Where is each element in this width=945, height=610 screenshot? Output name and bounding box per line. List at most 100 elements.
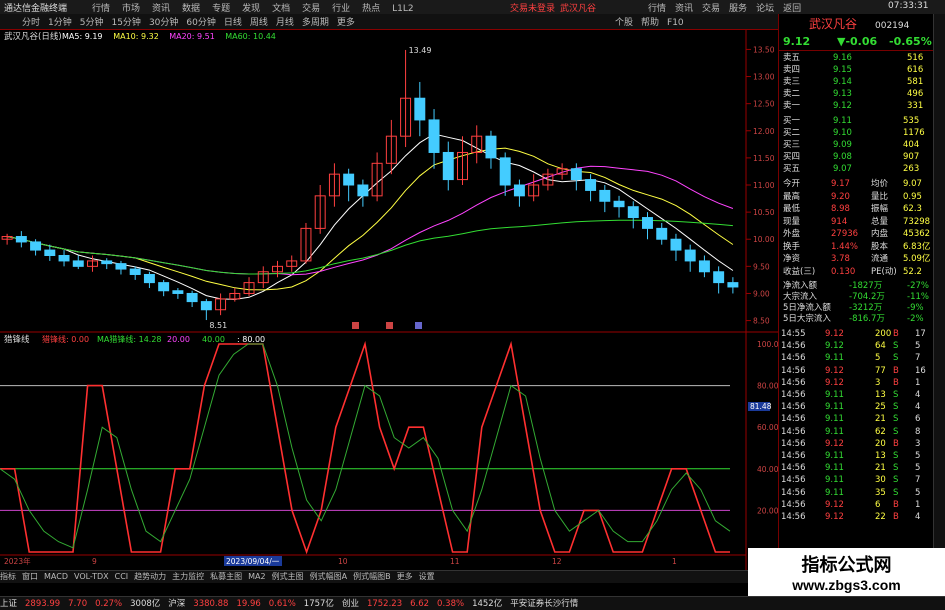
- ask-row-cell: 581: [907, 77, 924, 87]
- event-marker[interactable]: [352, 322, 359, 329]
- period-tab[interactable]: 更多: [337, 15, 355, 28]
- stat-row-cell: 6.83亿: [903, 241, 931, 252]
- event-marker[interactable]: [415, 322, 422, 329]
- x-tick-label: 2023年: [4, 556, 31, 566]
- period-tab[interactable]: 周线: [250, 15, 268, 28]
- tick-row-cell: 14:55: [781, 329, 806, 339]
- tick-row-cell: 25: [875, 402, 886, 413]
- tick-row-cell: B: [893, 512, 899, 522]
- bid-row-cell: 买四: [783, 152, 801, 162]
- tick-row-cell: 6: [875, 499, 881, 510]
- indicator-y-tick-label: 40.00: [757, 465, 778, 474]
- indicator-tab[interactable]: 例式幅图A: [310, 571, 347, 582]
- stat-row: 最高 9.20 量比 0.95: [779, 191, 934, 203]
- indicator-tab[interactable]: 设置: [419, 571, 435, 582]
- menu-item[interactable]: 行情: [92, 1, 110, 14]
- period-tab[interactable]: 分时: [22, 15, 40, 28]
- indicator-tab[interactable]: 私募主图: [210, 571, 242, 582]
- menu-item[interactable]: 发现: [242, 1, 260, 14]
- period-tab[interactable]: 30分钟: [149, 15, 178, 28]
- period-tab[interactable]: 5分钟: [80, 15, 104, 28]
- bid-row-cell: 买二: [783, 128, 801, 138]
- tick-row-cell: B: [893, 438, 899, 449]
- indicator-tab[interactable]: 主力监控: [172, 571, 204, 582]
- indicator-tab[interactable]: 指标: [0, 571, 16, 582]
- candle-body: [186, 292, 198, 303]
- menu-item[interactable]: 数据: [182, 1, 200, 14]
- tick-row: 14:56 9.11 30 S 7: [779, 474, 934, 486]
- stat-row: 外盘 27936 内盘 45362: [779, 228, 934, 240]
- stat-row-cell: 振幅: [871, 204, 889, 214]
- ask-row: 卖二 9.13 496: [779, 88, 934, 100]
- indicator-tab[interactable]: 窗口: [22, 571, 38, 582]
- ask-row-cell: 331: [907, 101, 924, 111]
- tick-row: 14:56 9.11 35 S 5: [779, 487, 934, 499]
- tick-row: 14:56 9.12 20 B 3: [779, 438, 934, 450]
- indicator-tab[interactable]: 例式主图: [272, 571, 304, 582]
- candle-body: [58, 255, 70, 262]
- ma-legend-item: MA20: 9.51: [169, 32, 215, 41]
- toolbar-button[interactable]: 帮助: [641, 15, 659, 28]
- indicator-tab[interactable]: VOL-TDX: [74, 572, 109, 581]
- top-menu-item[interactable]: 行情: [648, 1, 666, 14]
- top-menu-item[interactable]: 服务: [729, 1, 747, 14]
- period-tab[interactable]: 日线: [224, 15, 242, 28]
- stat-row: 最低 8.98 振幅 62.3: [779, 203, 934, 215]
- menu-item[interactable]: 文档: [272, 1, 290, 14]
- menu-item[interactable]: 行业: [332, 1, 350, 14]
- indicator-tab[interactable]: 趋势动力: [134, 571, 166, 582]
- toolbar-button[interactable]: F10: [667, 18, 684, 28]
- indicator-tab[interactable]: CCI: [115, 572, 129, 581]
- stat-row-cell: 3.78: [831, 254, 850, 264]
- menu-item[interactable]: 热点: [362, 1, 380, 14]
- tick-row-cell: 7: [915, 475, 921, 486]
- tick-row: 14:56 9.11 5 S 7: [779, 352, 934, 364]
- tick-row-cell: S: [893, 475, 899, 486]
- top-menu-item[interactable]: 论坛: [756, 1, 774, 14]
- status-item: 1757亿: [303, 599, 334, 609]
- top-menu-item[interactable]: 返回: [783, 1, 801, 14]
- tick-row-cell: 8: [915, 426, 921, 437]
- stat-row: 今开 9.17 均价 9.07: [779, 178, 934, 190]
- candle-body: [698, 260, 710, 273]
- top-menu-item[interactable]: 资讯: [675, 1, 693, 14]
- watermark-line1: 指标公式网: [801, 555, 892, 575]
- tick-row-cell: 22: [875, 512, 886, 522]
- period-tab[interactable]: 多周期: [302, 15, 329, 28]
- stat-row-cell: 均价: [871, 179, 889, 189]
- indicator-tab[interactable]: 更多: [397, 571, 413, 582]
- top-menu-item[interactable]: 交易: [702, 1, 720, 14]
- bid-row-cell: 9.08: [833, 152, 852, 162]
- kline-chart[interactable]: 武汉凡谷(日线) MA5: 9.19 MA10: 9.32 MA20: 9.51 MA…: [0, 30, 778, 570]
- menu-item[interactable]: 资讯: [152, 1, 170, 14]
- indicator-tab[interactable]: MACD: [44, 572, 68, 581]
- period-tab[interactable]: 15分钟: [111, 15, 140, 28]
- price-chart-title: 武汉凡谷(日线): [4, 31, 62, 42]
- bid-row: 买三 9.09 404: [779, 139, 934, 151]
- period-tab[interactable]: 60分钟: [186, 15, 215, 28]
- menu-item[interactable]: L1L2: [392, 4, 413, 14]
- stat-row: 换手 1.44% 股本 6.83亿: [779, 241, 934, 253]
- candle-body: [713, 271, 725, 284]
- menu-item[interactable]: 专题: [212, 1, 230, 14]
- period-tab[interactable]: 1分钟: [48, 15, 72, 28]
- stat-row-cell: 流通: [871, 254, 889, 264]
- tick-row-cell: 9.12: [825, 512, 844, 522]
- menu-item[interactable]: 交易: [302, 1, 320, 14]
- indicator-tab[interactable]: 例式幅图B: [353, 571, 391, 582]
- y-tick-label: 11.00: [753, 181, 775, 190]
- tick-row-cell: 30: [875, 475, 886, 486]
- toolbar-button[interactable]: 个股: [615, 15, 633, 28]
- indicator-tab[interactable]: MA2: [248, 572, 265, 581]
- menu-item[interactable]: 市场: [122, 1, 140, 14]
- stock-code: 002194: [875, 21, 910, 31]
- tick-row-cell: 5: [915, 463, 921, 474]
- candle-body: [442, 151, 454, 181]
- stat-row-cell: 最高: [783, 191, 801, 202]
- event-marker[interactable]: [386, 322, 393, 329]
- login-status[interactable]: 交易未登录: [510, 1, 555, 14]
- bid-row-cell: 535: [903, 116, 920, 126]
- stat-row-cell: 73298: [903, 216, 931, 227]
- period-tab[interactable]: 月线: [276, 15, 294, 28]
- side-scrollbar[interactable]: [933, 14, 945, 584]
